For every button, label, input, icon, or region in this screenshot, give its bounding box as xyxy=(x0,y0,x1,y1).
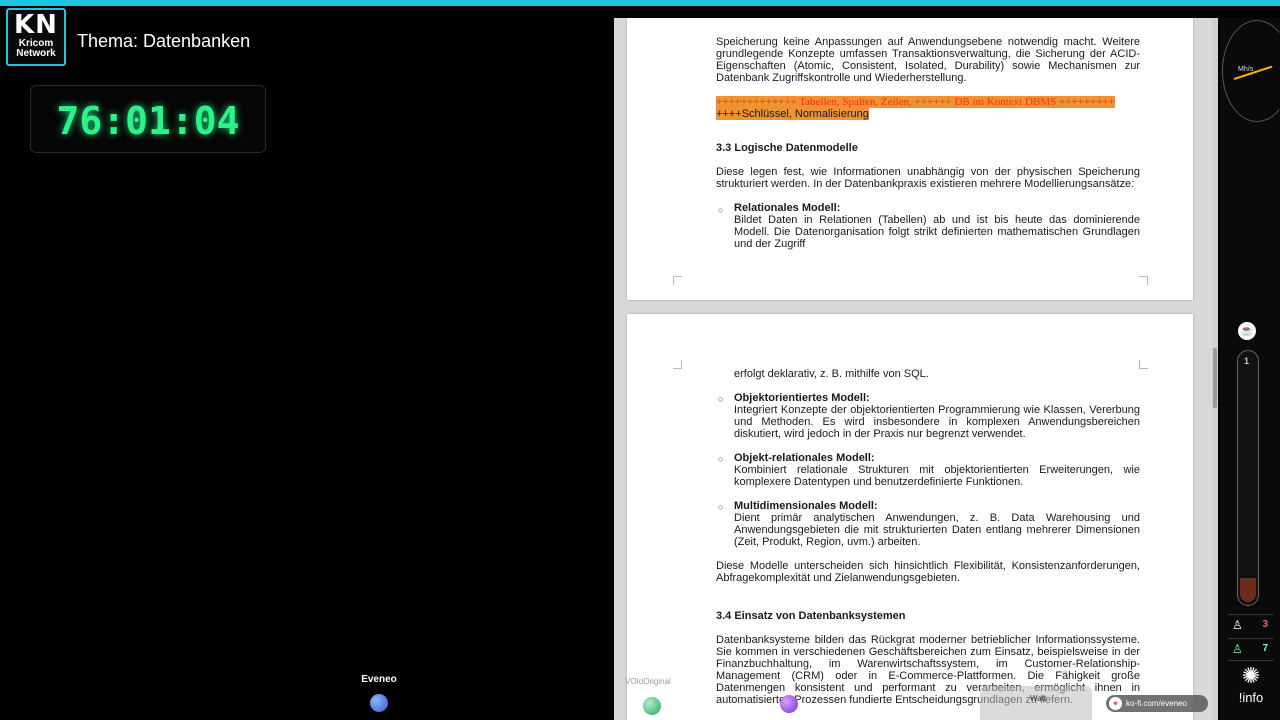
list-item-title: Objekt-relationales Modell: xyxy=(734,452,875,464)
stat-value: 7 xyxy=(1262,643,1268,654)
margin-corner xyxy=(1139,276,1148,285)
bullet-circle-icon: ○ xyxy=(718,454,724,464)
paragraph: Diese legen fest, wie Informationen unab… xyxy=(716,166,1140,190)
section-heading: 3.3 Logische Datenmodelle xyxy=(716,142,858,154)
document-page-1[interactable]: Speicherung keine Anpassungen auf Anwend… xyxy=(627,18,1193,300)
margin-corner xyxy=(673,360,682,369)
document-window[interactable]: 123456789101112131415161718 Speicherung … xyxy=(614,18,1218,720)
stat-value: 3 xyxy=(1262,619,1268,630)
info-label: !info xyxy=(1238,690,1264,705)
viewer-stat: ♙ 7 xyxy=(1228,638,1274,659)
list-item-text: erfolgt deklarativ, z. B. mithilfe von S… xyxy=(734,368,929,380)
person-icon: ♙ xyxy=(1232,618,1243,632)
paragraph: Diese Modelle unterscheiden sich hinsich… xyxy=(716,560,1140,584)
highlight-line-2: ++++Schlüssel, Normalisierung xyxy=(716,108,869,120)
sparkle-icon: ✺ xyxy=(1241,663,1261,688)
stream-topic: Thema: Datenbanken xyxy=(77,31,251,51)
margin-corner xyxy=(1139,360,1148,369)
viewer-orb xyxy=(780,695,798,713)
highlight-line-1: +++++++++++++ Tabellen, Spalten, Zeilen,… xyxy=(716,96,1115,108)
person-icon: ♙ xyxy=(1232,642,1243,656)
bullet-circle-icon: ○ xyxy=(718,394,724,404)
logo-abbr: KN xyxy=(14,10,58,40)
viewer-stat: ♙ 3 xyxy=(1228,614,1274,635)
margin-corner xyxy=(673,276,682,285)
scrollbar-thumb[interactable] xyxy=(1213,348,1217,408)
list-item-title: Objektorientiertes Modell: xyxy=(734,392,870,404)
gauge-label: Mh/s xyxy=(1238,66,1254,73)
watt-label: Watt xyxy=(1030,694,1047,703)
kofi-link[interactable]: ♥ ko-fi.com/eveneo xyxy=(1106,695,1208,712)
bullet-circle-icon: ○ xyxy=(718,205,724,215)
paragraph: Speicherung keine Anpassungen auf Anwend… xyxy=(716,36,1140,84)
list-item-text: Kombiniert relationale Strukturen mit ob… xyxy=(734,464,1140,488)
watt-meter xyxy=(980,686,1092,720)
viewer-orb xyxy=(643,697,661,715)
bullet-circle-icon: ○ xyxy=(718,502,724,512)
kofi-label: ko-fi.com/eveneo xyxy=(1126,699,1187,708)
list-item-title: Relationales Modell: xyxy=(734,202,841,214)
heart-icon: ♥ xyxy=(1109,697,1122,710)
list-item-text: Bildet Daten in Relationen (Tabellen) ab… xyxy=(734,214,1140,250)
info-command: ✺ !info xyxy=(1228,660,1274,717)
channel-logo: KN Kricom Network xyxy=(6,8,66,66)
vertical-scrollbar[interactable] xyxy=(1212,18,1218,720)
list-item-text: Dient primär analytischen Anwendungen, z… xyxy=(734,512,1140,548)
list-item-title: Multidimensionales Modell: xyxy=(734,500,878,512)
tube-fill xyxy=(1240,578,1256,602)
timer-value: 76:01:04 xyxy=(56,99,240,143)
section-heading: 3.4 Einsatz von Datenbanksystemen xyxy=(716,610,906,622)
list-item-text: Integriert Konzepte der objektorientiert… xyxy=(734,404,1140,440)
coffee-cup-icon: ☕ xyxy=(1238,322,1256,340)
viewer-name: Eveneo xyxy=(361,674,397,685)
logo-line2: Network xyxy=(16,48,56,59)
tube-number: 1 xyxy=(1244,356,1250,366)
overlay-label: VOIdOriginal xyxy=(625,677,671,686)
viewer-orb xyxy=(370,694,388,712)
highlighted-note: +++++++++++++ Tabellen, Spalten, Zeilen,… xyxy=(716,96,1140,120)
document-page-2[interactable]: erfolgt deklarativ, z. B. mithilfe von S… xyxy=(627,314,1193,720)
progress-tube xyxy=(1237,350,1259,606)
countdown-timer: 76:01:04 xyxy=(30,85,266,153)
